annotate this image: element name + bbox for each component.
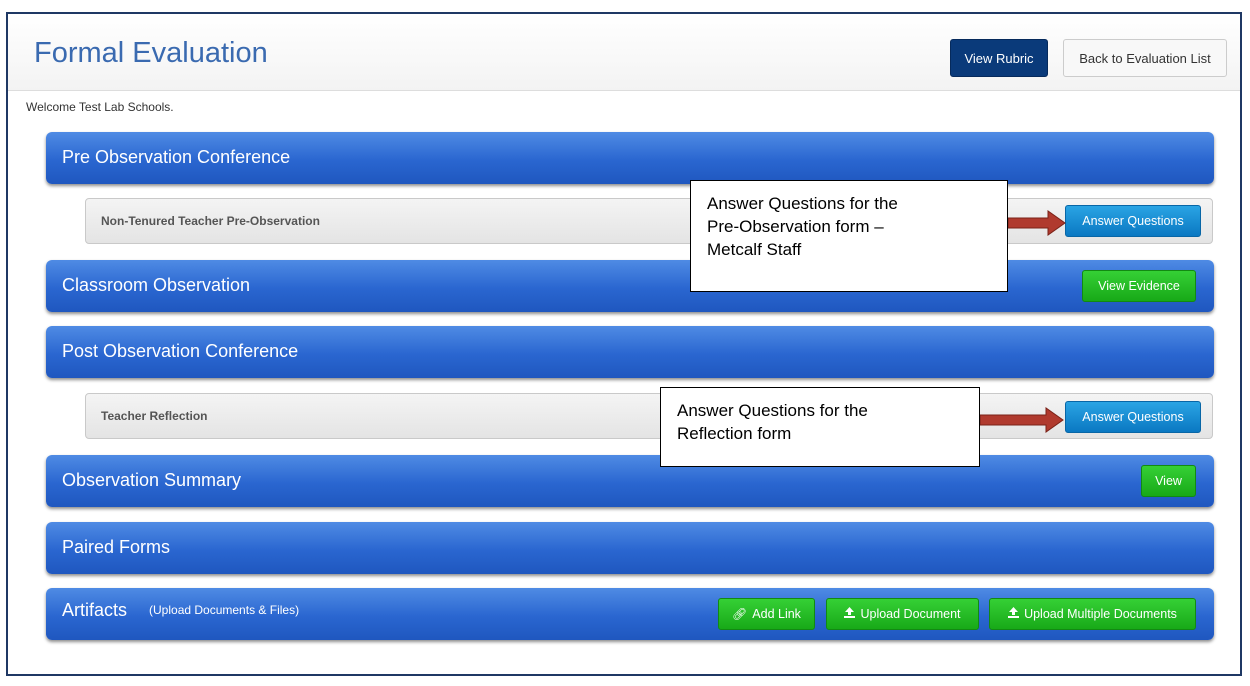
callout-line: Reflection form <box>677 424 792 443</box>
artifacts-title: Artifacts <box>62 600 128 620</box>
annotation-callout-pre-observation: Answer Questions for the Pre-Observation… <box>690 180 1008 292</box>
answer-questions-button[interactable]: Answer Questions <box>1065 205 1201 237</box>
section-title: Pre Observation Conference <box>62 147 291 167</box>
section-pre-observation-conference[interactable]: Pre Observation Conference <box>46 132 1214 184</box>
upload-icon <box>844 607 856 621</box>
add-link-label: Add Link <box>752 607 801 621</box>
section-classroom-observation[interactable]: Classroom Observation View Evidence <box>46 260 1214 312</box>
annotation-callout-reflection: Answer Questions for the Reflection form <box>660 387 980 467</box>
callout-line: Answer Questions for the <box>677 401 868 420</box>
upload-document-button[interactable]: Upload Document <box>826 598 979 630</box>
add-link-button[interactable]: 🔗︎ Add Link <box>718 598 815 630</box>
section-paired-forms[interactable]: Paired Forms <box>46 522 1214 574</box>
answer-questions-button[interactable]: Answer Questions <box>1065 401 1201 433</box>
upload-multiple-documents-label: Upload Multiple Documents <box>1024 607 1177 621</box>
back-to-evaluation-list-button[interactable]: Back to Evaluation List <box>1063 39 1227 77</box>
callout-line: Answer Questions for the <box>707 194 898 213</box>
section-artifacts[interactable]: Artifacts (Upload Documents & Files) 🔗︎ A… <box>46 588 1214 640</box>
artifacts-subtitle: (Upload Documents & Files) <box>149 603 300 617</box>
form-label: Teacher Reflection <box>101 409 208 423</box>
welcome-message: Welcome Test Lab Schools. <box>26 100 174 114</box>
callout-line: Pre-Observation form – <box>707 217 884 236</box>
view-rubric-button[interactable]: View Rubric <box>950 39 1048 77</box>
section-title: Classroom Observation <box>62 275 251 295</box>
section-title: Post Observation Conference <box>62 341 299 361</box>
upload-icon <box>1008 607 1020 621</box>
section-observation-summary[interactable]: Observation Summary View <box>46 455 1214 507</box>
section-title: Artifacts (Upload Documents & Files) <box>62 600 299 621</box>
view-summary-button[interactable]: View <box>1141 465 1196 497</box>
section-post-observation-conference[interactable]: Post Observation Conference <box>46 326 1214 378</box>
arrow-right-icon <box>980 407 1064 433</box>
page-title: Formal Evaluation <box>34 37 268 69</box>
page-header: Formal Evaluation View Rubric Back to Ev… <box>8 14 1240 91</box>
link-icon: 🔗︎ <box>732 607 748 621</box>
upload-document-label: Upload Document <box>860 607 961 621</box>
evaluation-window: Formal Evaluation View Rubric Back to Ev… <box>6 12 1242 676</box>
section-title: Observation Summary <box>62 470 242 490</box>
form-label: Non-Tenured Teacher Pre-Observation <box>101 214 320 228</box>
callout-line: Metcalf Staff <box>707 240 802 259</box>
view-evidence-button[interactable]: View Evidence <box>1082 270 1196 302</box>
upload-multiple-documents-button[interactable]: Upload Multiple Documents <box>989 598 1196 630</box>
section-title: Paired Forms <box>62 537 171 557</box>
arrow-right-icon <box>1008 210 1066 236</box>
